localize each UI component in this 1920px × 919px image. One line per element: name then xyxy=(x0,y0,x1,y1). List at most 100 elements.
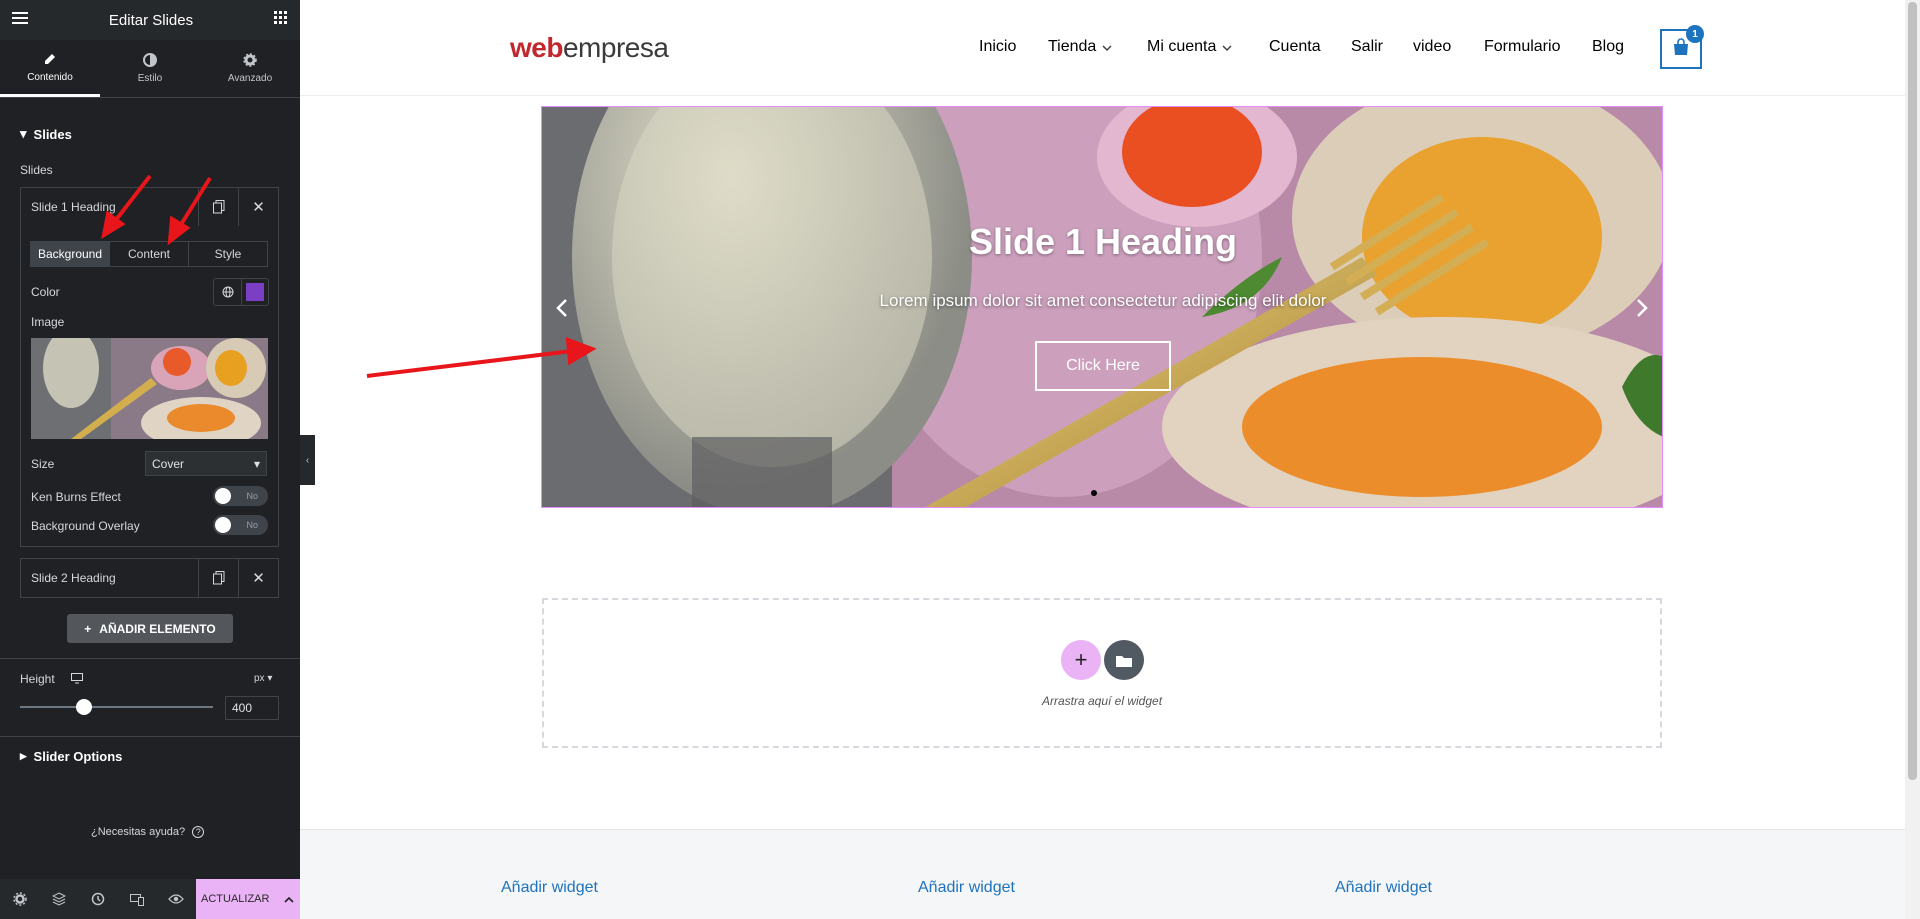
nav-mi-cuenta[interactable]: Mi cuenta xyxy=(1147,38,1232,56)
subtab-background[interactable]: Background xyxy=(31,242,110,266)
subtab-style[interactable]: Style xyxy=(189,242,267,266)
footer-add-widget-link[interactable]: Añadir widget xyxy=(1335,879,1432,897)
subtab-content[interactable]: Content xyxy=(110,242,189,266)
footer-add-widget-link[interactable]: Añadir widget xyxy=(501,879,598,897)
slider-next-arrow-icon[interactable] xyxy=(1632,293,1652,323)
caret-down-icon: ▾ xyxy=(253,456,260,471)
size-select[interactable]: Cover ▾ xyxy=(145,451,267,476)
height-slider-handle[interactable] xyxy=(76,699,92,715)
duplicate-icon[interactable] xyxy=(198,559,238,597)
site-footer: Añadir widget Añadir widget Añadir widge… xyxy=(300,829,1905,919)
tab-estilo[interactable]: Estilo xyxy=(100,40,200,97)
background-image-thumbnail[interactable] xyxy=(31,338,268,439)
section-title: Slider Options xyxy=(33,748,123,764)
slider-pagination-dot[interactable] xyxy=(1091,490,1097,496)
nav-label: Tienda xyxy=(1048,38,1097,55)
elementor-editor: Editar Slides Contenido Estilo Avanzado … xyxy=(0,0,1920,919)
nav-tienda[interactable]: Tienda xyxy=(1048,38,1112,56)
add-section-plus-icon[interactable]: + xyxy=(1061,640,1101,680)
image-label: Image xyxy=(31,315,65,329)
dropzone-text: Arrastra aquí el widget xyxy=(1041,694,1163,708)
nav-formulario[interactable]: Formulario xyxy=(1484,38,1560,56)
ken-burns-label: Ken Burns Effect xyxy=(31,490,121,504)
divider xyxy=(0,736,300,737)
add-element-button[interactable]: + AÑADIR ELEMENTO xyxy=(67,614,233,643)
panel-header: Editar Slides xyxy=(0,0,300,40)
layers-icon[interactable] xyxy=(39,879,78,919)
history-icon[interactable] xyxy=(78,879,117,919)
duplicate-icon[interactable] xyxy=(198,188,238,226)
template-library-folder-icon[interactable] xyxy=(1104,640,1144,680)
settings-icon[interactable] xyxy=(0,879,39,919)
eye-icon[interactable] xyxy=(156,879,195,919)
hamburger-menu-icon[interactable] xyxy=(12,11,28,30)
height-unit[interactable]: px ▾ xyxy=(254,673,272,684)
globe-icon[interactable] xyxy=(214,279,242,305)
caret-right-icon: ▸ xyxy=(20,748,27,763)
divider xyxy=(0,658,300,659)
chevron-down-icon xyxy=(1102,38,1112,56)
help-label: ¿Necesitas ayuda? xyxy=(91,826,186,838)
tab-avanzado[interactable]: Avanzado xyxy=(200,40,300,97)
panel-tabs: Contenido Estilo Avanzado xyxy=(0,40,300,98)
cart-count-badge: 1 xyxy=(1686,25,1704,43)
tab-contenido[interactable]: Contenido xyxy=(0,40,100,97)
help-link[interactable]: ¿Necesitas ayuda? ? xyxy=(91,826,205,838)
slide-cta-button[interactable]: Click Here xyxy=(1035,341,1171,391)
section-title: Slides xyxy=(33,126,72,142)
ken-burns-toggle[interactable]: No xyxy=(213,486,268,506)
overlay-toggle[interactable]: No xyxy=(213,515,268,535)
site-logo[interactable]: webempresa xyxy=(510,32,669,64)
size-value: Cover xyxy=(152,456,185,471)
color-label: Color xyxy=(31,285,60,299)
panel-title: Editar Slides xyxy=(108,11,194,29)
widgets-grid-icon[interactable] xyxy=(274,10,288,30)
nav-video[interactable]: video xyxy=(1413,38,1451,56)
color-swatch[interactable] xyxy=(242,279,268,305)
scrollbar-thumb[interactable] xyxy=(1908,2,1917,780)
slide-1-title: Slide 1 Heading xyxy=(31,200,116,214)
section-slides-toggle[interactable]: ▾ Slides xyxy=(20,126,72,142)
chevron-left-icon: ‹ xyxy=(305,454,310,466)
gear-icon xyxy=(243,53,257,67)
slide-heading: Slide 1 Heading xyxy=(968,221,1238,262)
nav-inicio[interactable]: Inicio xyxy=(979,38,1016,56)
size-label: Size xyxy=(31,457,55,471)
chevron-down-icon xyxy=(1222,38,1232,56)
overlay-value: No xyxy=(246,520,258,530)
responsive-icon[interactable] xyxy=(117,879,156,919)
slide-2-repeater: Slide 2 Heading ✕ xyxy=(20,558,279,598)
slide-2-header[interactable]: Slide 2 Heading ✕ xyxy=(21,559,278,597)
slide-description: Lorem ipsum dolor sit amet consectetur a… xyxy=(879,291,1327,310)
desktop-icon[interactable] xyxy=(71,671,83,689)
nav-salir[interactable]: Salir xyxy=(1351,38,1383,56)
contrast-icon xyxy=(143,53,157,67)
close-icon[interactable]: ✕ xyxy=(238,188,278,226)
add-section-dropzone[interactable]: + Arrastra aquí el widget xyxy=(542,598,1662,748)
height-label: Height xyxy=(20,672,55,686)
pencil-icon xyxy=(45,53,55,64)
nav-blog[interactable]: Blog xyxy=(1592,38,1624,56)
logo-part-empresa: empresa xyxy=(562,32,669,63)
update-label: ACTUALIZAR xyxy=(201,893,270,905)
slide-1-header[interactable]: Slide 1 Heading ✕ xyxy=(21,188,278,226)
editor-panel: Editar Slides Contenido Estilo Avanzado … xyxy=(0,0,300,919)
close-icon[interactable]: ✕ xyxy=(238,559,278,597)
add-element-label: AÑADIR ELEMENTO xyxy=(99,621,216,636)
page-scrollbar[interactable] xyxy=(1905,0,1920,919)
tab-label: Contenido xyxy=(27,71,73,83)
logo-part-web: web xyxy=(510,32,563,63)
chevron-up-icon[interactable] xyxy=(284,892,294,906)
height-slider-track[interactable] xyxy=(20,706,213,708)
footer-add-widget-link[interactable]: Añadir widget xyxy=(918,879,1015,897)
update-button[interactable]: ACTUALIZAR xyxy=(196,879,300,919)
section-slider-options-toggle[interactable]: ▸ Slider Options xyxy=(20,748,122,764)
slider-prev-arrow-icon[interactable] xyxy=(552,293,572,323)
slides-widget[interactable]: Slide 1 Heading Lorem ipsum dolor sit am… xyxy=(541,106,1663,508)
collapse-panel-tab[interactable]: ‹ xyxy=(300,435,315,485)
ken-burns-value: No xyxy=(246,491,258,501)
tab-label: Estilo xyxy=(137,73,163,84)
tab-label: Avanzado xyxy=(227,73,273,84)
height-input[interactable]: 400 xyxy=(225,696,279,720)
nav-cuenta[interactable]: Cuenta xyxy=(1269,38,1321,56)
